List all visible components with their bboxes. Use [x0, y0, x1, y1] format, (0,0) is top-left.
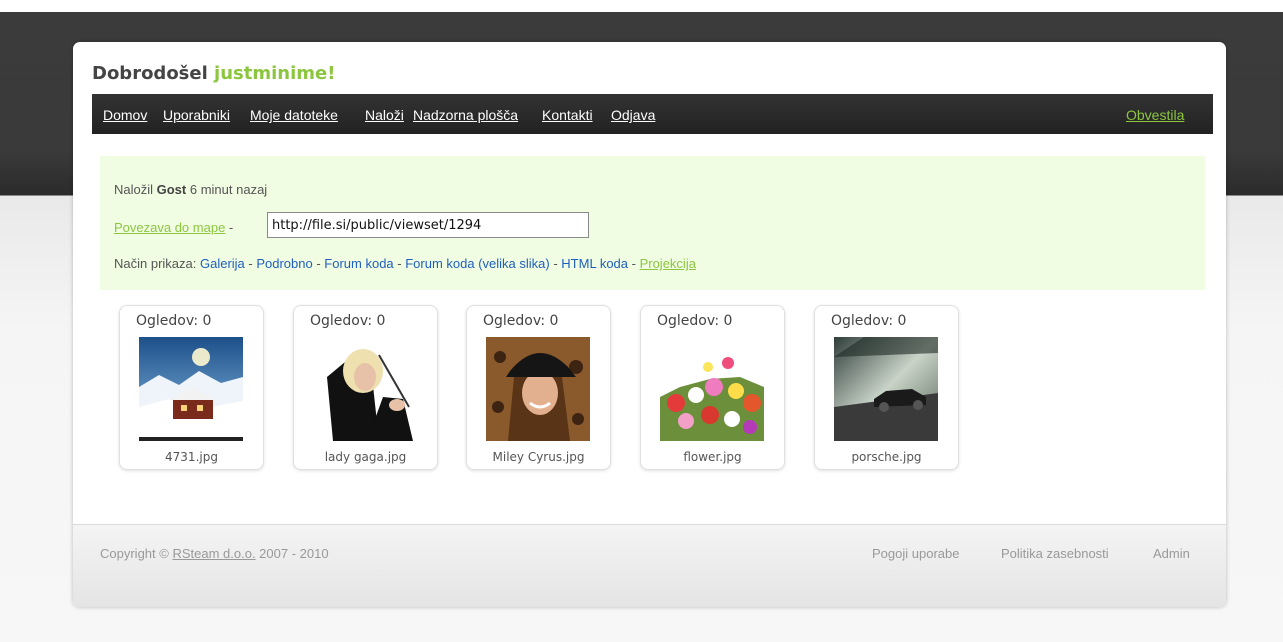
portrait-image[interactable]: [313, 337, 417, 441]
uploaded-prefix: Naložil: [114, 182, 157, 197]
upload-meta: Naložil Gost 6 minut nazaj: [114, 182, 267, 197]
view-count: Ogledov: 0: [136, 313, 212, 329]
nav-item-moje-datoteke[interactable]: Moje datoteke: [250, 107, 338, 123]
top-strip: [0, 0, 1283, 12]
view-count: Ogledov: 0: [483, 313, 559, 329]
view-count: Ogledov: 0: [310, 313, 386, 329]
flowers-image[interactable]: [660, 337, 764, 441]
thumbnail-card[interactable]: Ogledov: 0 lady gaga.jpg: [293, 305, 438, 470]
thumbnail-card[interactable]: Ogledov: 0 porsche.jpg: [814, 305, 959, 470]
thumbnail-filename[interactable]: flower.jpg: [641, 450, 784, 464]
footer-link-terms[interactable]: Pogoji uporabe: [872, 546, 959, 561]
view-mode-forum-koda-velika[interactable]: Forum koda (velika slika): [405, 256, 550, 271]
view-count: Ogledov: 0: [831, 313, 907, 329]
username: justminime!: [214, 63, 336, 84]
nav-item-uporabniki[interactable]: Uporabniki: [163, 107, 230, 123]
portrait-image[interactable]: [486, 337, 590, 441]
view-count: Ogledov: 0: [657, 313, 733, 329]
page-title: Dobrodošel justminime!: [92, 63, 335, 84]
upload-info-panel: Naložil Gost 6 minut nazaj Povezava do m…: [100, 156, 1205, 290]
main-card: Dobrodošel justminime! Domov Uporabniki …: [73, 42, 1226, 607]
copyright-prefix: Copyright ©: [100, 546, 173, 561]
view-mode-row: Način prikaza: Galerija - Podrobno - For…: [114, 256, 696, 271]
winter-cabin-image[interactable]: [139, 337, 243, 441]
view-mode-forum-koda[interactable]: Forum koda: [324, 256, 393, 271]
folder-link-row: Povezava do mape -: [114, 220, 233, 235]
nav-item-nalozi[interactable]: Naloži: [365, 107, 404, 123]
thumbnail-card[interactable]: Ogledov: 0 flower.jpg: [640, 305, 785, 470]
nav-item-odjava[interactable]: Odjava: [611, 107, 655, 123]
view-mode-projekcija[interactable]: Projekcija: [640, 256, 696, 271]
nav-item-nadzorna-plosca[interactable]: Nadzorna plošča: [413, 107, 518, 123]
thumbnail-filename[interactable]: Miley Cyrus.jpg: [467, 450, 610, 464]
footer: Copyright © RSteam d.o.o. 2007 - 2010 Po…: [73, 524, 1226, 607]
thumbnail-card[interactable]: Ogledov: 0 4731.jpg: [119, 305, 264, 470]
copyright: Copyright © RSteam d.o.o. 2007 - 2010: [100, 546, 329, 561]
thumbnail-filename[interactable]: 4731.jpg: [120, 450, 263, 464]
footer-link-admin[interactable]: Admin: [1153, 546, 1190, 561]
thumbnail-card[interactable]: Ogledov: 0 Miley Cyrus.jpg: [466, 305, 611, 470]
view-mode-podrobno[interactable]: Podrobno: [256, 256, 312, 271]
copyright-years: 2007 - 2010: [255, 546, 329, 561]
thumbnail-filename[interactable]: lady gaga.jpg: [294, 450, 437, 464]
notifications-link[interactable]: Obvestila: [1126, 107, 1184, 123]
view-mode-html-koda[interactable]: HTML koda: [561, 256, 628, 271]
separator: -: [225, 220, 234, 235]
uploader-name: Gost: [156, 182, 187, 197]
view-mode-label: Način prikaza:: [114, 256, 200, 271]
folder-link[interactable]: Povezava do mape: [114, 220, 225, 235]
thumbnail-filename[interactable]: porsche.jpg: [815, 450, 958, 464]
footer-link-privacy[interactable]: Politika zasebnosti: [1001, 546, 1109, 561]
welcome-text: Dobrodošel: [92, 63, 215, 84]
main-nav: Domov Uporabniki Moje datoteke Naloži Na…: [92, 94, 1213, 134]
nav-item-domov[interactable]: Domov: [103, 107, 147, 123]
car-image[interactable]: [834, 337, 938, 441]
uploaded-time: 6 minut nazaj: [186, 182, 268, 197]
view-mode-galerija[interactable]: Galerija: [200, 256, 245, 271]
nav-item-kontakti[interactable]: Kontakti: [542, 107, 593, 123]
company-link[interactable]: RSteam d.o.o.: [172, 546, 255, 561]
folder-url-input[interactable]: http://file.si/public/viewset/1294: [267, 212, 589, 238]
